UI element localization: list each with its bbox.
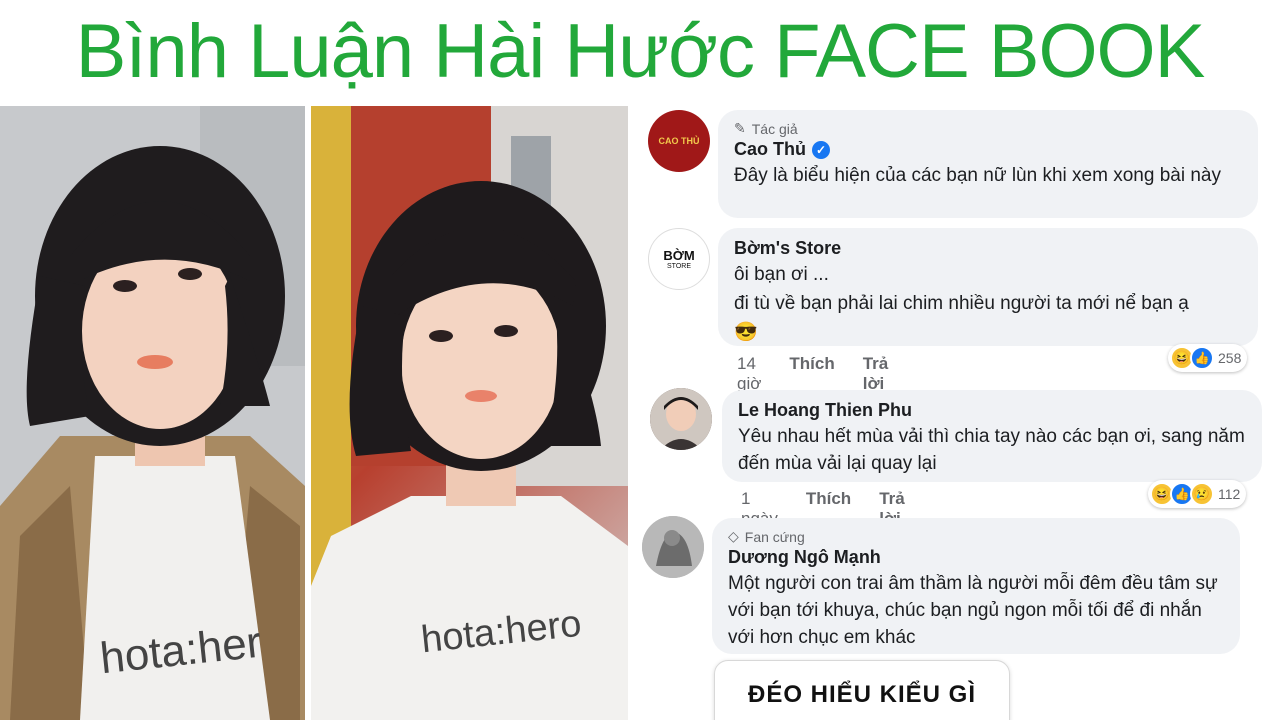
fan-badge: ◇ Fan cứng [728,528,1226,545]
like-reaction-icon: 👍 [1190,346,1214,370]
reaction-summary[interactable]: 😆 👍 😢 112 [1148,480,1247,508]
page-title: Bình Luận Hài Hước FACE BOOK [75,9,1206,94]
commenter-name[interactable]: Bờm's Store [734,238,1244,259]
user-photo-icon [650,388,712,450]
avatar[interactable] [650,388,712,450]
comment-bubble: Bờm's Store ôi bạn ơi ... đi tù về bạn p… [718,228,1258,346]
comment-bubble: Le Hoang Thien Phu Yêu nhau hết mùa vải … [722,390,1262,482]
avatar[interactable]: CAO THỦ [648,110,710,172]
badge-label: Tác giả [751,120,798,137]
avatar[interactable]: BỜM STORE [648,228,710,290]
comment-text-line1: ôi bạn ơi ... [734,264,829,285]
sunglasses-emoji-icon: 😎 [734,322,758,343]
author-badge: ✎ Tác giả [734,120,1244,137]
comment-actions: 14 giờ Thích Trả lời [737,354,888,394]
comment-bubble: ◇ Fan cứng Dương Ngô Mạnh Một người con … [712,518,1240,654]
comment-text: Một người con trai âm thầm là người mỗi … [728,573,1218,648]
like-button[interactable]: Thích [789,354,834,394]
photo-right: hota:hero [311,106,628,720]
comment-text: Yêu nhau hết mùa vải thì chia tay nào cá… [738,426,1245,474]
avatar-label: CAO THỦ [658,136,700,146]
reaction-summary[interactable]: 😆 👍 258 [1168,344,1248,372]
commenter-name[interactable]: Cao Thủ ✓ [734,139,1244,160]
comment-text-line2: đi tù về bạn phải lai chim nhiều người t… [734,293,1189,314]
reaction-count: 112 [1218,486,1241,502]
photo-left: hota:her [0,106,305,720]
meme-text-card: ĐÉO HIỂU KIỂU GÌ [714,660,1010,720]
commenter-name[interactable]: Dương Ngô Mạnh [728,547,1226,568]
sad-reaction-icon: 😢 [1190,482,1214,506]
reaction-count: 258 [1218,350,1242,366]
diamond-icon: ◇ [728,528,739,544]
meme-text: ĐÉO HIỂU KIỂU GÌ [747,681,977,708]
avatar-sublabel: STORE [667,263,691,270]
badge-label: Fan cứng [744,528,805,545]
user-photo-icon [642,516,704,578]
avatar-label: BỜM [663,248,695,263]
pencil-icon: ✎ [734,120,746,136]
commenter-name-text[interactable]: Cao Thủ [734,139,806,160]
commenter-name[interactable]: Le Hoang Thien Phu [738,400,1248,421]
avatar[interactable] [642,516,704,578]
comment-time[interactable]: 14 giờ [737,354,761,394]
reply-button[interactable]: Trả lời [863,354,889,394]
comment-text: Đây là biểu hiện của các bạn nữ lùn khi … [734,165,1221,186]
verified-icon: ✓ [812,140,830,159]
comment-bubble: ✎ Tác giả Cao Thủ ✓ Đây là biểu hiện của… [718,110,1258,218]
